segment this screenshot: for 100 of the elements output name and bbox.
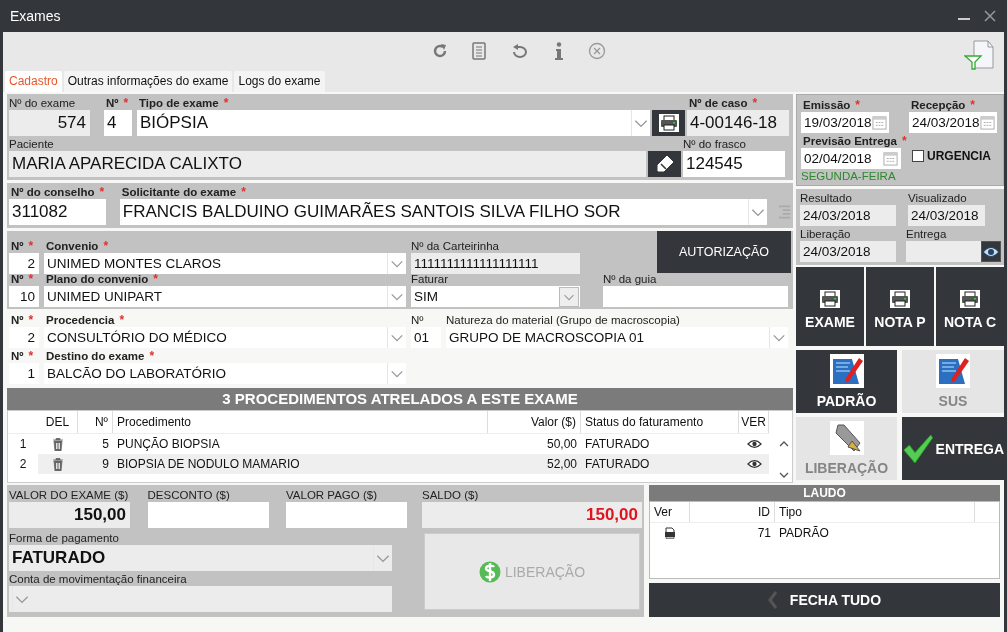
input-field[interactable]: [603, 286, 788, 307]
eye-icon[interactable]: [746, 439, 762, 449]
eye-icon[interactable]: [746, 459, 762, 469]
view-button[interactable]: [981, 241, 1001, 262]
checkbox-label: URGENCIA: [927, 149, 991, 163]
input-field[interactable]: 2: [9, 327, 39, 348]
field-label: Nº: [10, 239, 25, 254]
info-icon[interactable]: [553, 42, 564, 60]
required-mark: *: [752, 95, 758, 110]
input-field[interactable]: 1111111111111111111: [411, 253, 580, 274]
input-field[interactable]: 150,00: [422, 502, 642, 528]
required-mark: *: [123, 95, 129, 110]
table-cell-text: FATURADO: [584, 436, 651, 453]
tab[interactable]: Logs do exame: [234, 71, 325, 92]
input-field[interactable]: 4-00146-18: [687, 110, 789, 136]
printer-icon: [658, 114, 679, 132]
column-header[interactable]: Ver: [650, 502, 690, 522]
pdf-icon[interactable]: [664, 527, 676, 539]
check-icon: [902, 432, 934, 465]
table-cell-text: PUNÇÃO BIOPSIA: [116, 436, 221, 453]
input-field[interactable]: 574: [9, 110, 90, 136]
field-label: Solicitante do exame: [120, 185, 238, 200]
report-pencil-icon: [936, 354, 970, 388]
trash-icon[interactable]: [52, 457, 64, 471]
column-header[interactable]: Procedimento: [113, 411, 488, 433]
print-button[interactable]: NOTA C: [936, 267, 1004, 346]
input-field[interactable]: 24/03/2018: [800, 205, 896, 226]
required-mark: *: [223, 95, 229, 110]
dropdown-field[interactable]: UNIMED MONTES CLAROS: [44, 253, 406, 274]
input-field[interactable]: 01: [411, 327, 441, 348]
calendar-icon[interactable]: [871, 115, 887, 130]
print-button[interactable]: NOTA P: [866, 267, 934, 346]
input-field[interactable]: 150,00: [9, 502, 130, 528]
column-header[interactable]: ID: [690, 502, 775, 522]
column-header[interactable]: VER: [739, 411, 769, 433]
field-label: VALOR PAGO ($): [286, 488, 377, 501]
dropdown-field[interactable]: GRUPO DE MACROSCOPIA 01: [446, 327, 788, 348]
input-field[interactable]: [286, 502, 407, 528]
tab[interactable]: Outras informações do exame: [63, 71, 233, 92]
close-all-button[interactable]: FECHA TUDO: [649, 583, 1000, 617]
refresh-icon[interactable]: [431, 43, 448, 59]
eye-icon: [982, 244, 1000, 259]
edit-button[interactable]: [648, 151, 681, 177]
dropdown-field[interactable]: FATURADO: [9, 545, 392, 571]
field-label: Previsão Entrega: [802, 134, 898, 149]
dropdown-field[interactable]: BALCÃO DO LABORATÓRIO: [44, 363, 406, 384]
input-field[interactable]: 19/03/2018: [801, 112, 889, 133]
field-label: Tipo de exame: [138, 96, 220, 111]
dropdown-field[interactable]: SIM: [411, 286, 580, 307]
field-label: Nº do conselho: [10, 185, 96, 200]
column-header[interactable]: Tipo: [775, 502, 975, 522]
document-filter-icon[interactable]: [964, 40, 994, 70]
cancel-icon[interactable]: [587, 42, 606, 60]
input-field[interactable]: 02/04/2018: [801, 148, 901, 169]
column-header[interactable]: DEL: [38, 411, 78, 433]
print-button[interactable]: EXAME: [796, 267, 864, 346]
dropdown-field[interactable]: BIÓPSIA: [137, 110, 650, 136]
row-number: 2: [18, 456, 28, 473]
authorization-button[interactable]: AUTORIZAÇÃO: [657, 231, 791, 273]
weekday-text: SEGUNDA-FEIRA: [801, 170, 897, 182]
calendar-icon[interactable]: [883, 151, 898, 166]
field-label: Nº do frasco: [683, 137, 746, 150]
input-field[interactable]: 24/03/2018: [909, 112, 997, 133]
input-field[interactable]: 24/03/2018: [800, 241, 896, 262]
action-button[interactable]: PADRÃO: [796, 350, 897, 413]
column-header[interactable]: Nº: [78, 411, 113, 433]
field-label: Resultado: [800, 191, 852, 204]
input-field[interactable]: MARIA APARECIDA CALIXTO: [9, 151, 646, 177]
input-field[interactable]: 4: [104, 110, 132, 136]
table-row[interactable]: 2 9 BIOPSIA DE NODULO MAMARIO 52,00 FATURADO: [8, 454, 769, 474]
dropdown-field[interactable]: [9, 586, 392, 612]
input-field[interactable]: 24/03/2018: [908, 205, 985, 226]
print-button[interactable]: [652, 110, 685, 136]
dropdown-field[interactable]: FRANCIS BALDUINO GUIMARÃES SANTOIS SILVA FILHO SOR: [119, 199, 767, 225]
column-header[interactable]: Status do faturamento: [581, 411, 739, 433]
input-field[interactable]: 1: [9, 363, 39, 384]
scroll-down-icon[interactable]: [778, 472, 789, 478]
checkbox[interactable]: [912, 150, 924, 162]
column-header[interactable]: Valor ($): [488, 411, 581, 433]
field-label: Nº: [411, 313, 424, 326]
close-icon[interactable]: [983, 9, 997, 23]
scroll-up-icon[interactable]: [778, 441, 789, 447]
table-cell-text: 50,00: [545, 436, 578, 453]
document-icon[interactable]: [471, 42, 486, 60]
input-field[interactable]: 2: [9, 253, 39, 274]
list-icon[interactable]: [777, 204, 791, 220]
calendar-icon[interactable]: [979, 115, 995, 130]
input-field[interactable]: [906, 241, 981, 262]
table-row[interactable]: 1 5 PUNÇÃO BIOPSIA 50,00 FATURADO: [8, 434, 769, 454]
field-label: Conta de movimentação financeira: [9, 572, 187, 585]
dropdown-field[interactable]: CONSULTÓRIO DO MÉDICO: [44, 327, 406, 348]
input-field[interactable]: 311082: [9, 199, 106, 225]
caret-icon[interactable]: [559, 286, 579, 307]
dropdown-field[interactable]: UNIMED UNIPART: [44, 286, 406, 307]
input-field[interactable]: 10: [9, 286, 39, 307]
tab[interactable]: Cadastro: [5, 71, 62, 92]
action-button[interactable]: ENTREGA: [902, 417, 1004, 480]
input-field[interactable]: 124545: [683, 151, 785, 177]
input-field[interactable]: [147, 502, 269, 528]
trash-icon[interactable]: [52, 437, 64, 451]
